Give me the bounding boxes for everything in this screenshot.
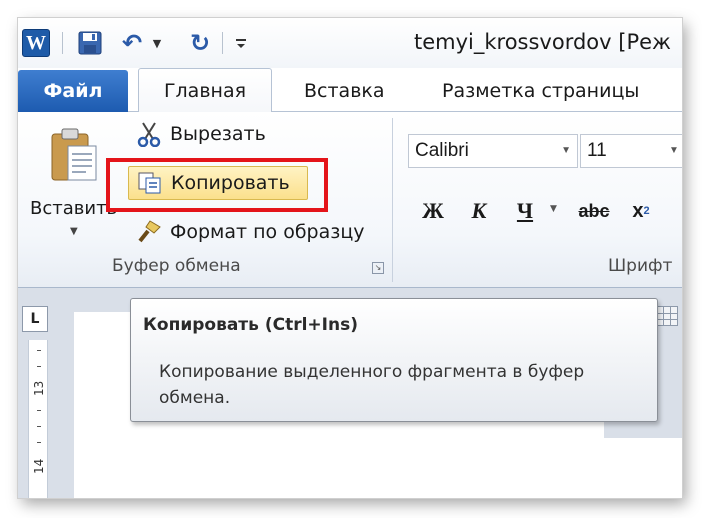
underline-dropdown-icon[interactable]: ▼ [550, 204, 557, 214]
title-bar: W ↶ ▼ ↻ temyi_krossvordov [Реж [18, 18, 682, 68]
ruler-tick [37, 442, 41, 443]
tab-selector[interactable]: L [22, 306, 48, 332]
ruler-tick [37, 426, 41, 427]
ruler-tick [37, 410, 41, 411]
ruler-number: 14 [32, 458, 46, 474]
tab-insert[interactable]: Вставка [304, 70, 385, 112]
undo-dropdown-icon[interactable]: ▼ [150, 28, 164, 58]
strikethrough-button[interactable]: abc [574, 194, 614, 228]
subscript-button[interactable]: x2 [624, 194, 658, 228]
highlight-frame [106, 158, 328, 212]
toolbar-separator [222, 32, 223, 54]
subscript-sub: 2 [643, 205, 650, 217]
toolbar-separator [62, 32, 63, 54]
font-name-value: Calibri [415, 140, 469, 161]
cut-button[interactable]: Вырезать [136, 118, 266, 150]
chevron-down-icon[interactable]: ▼ [669, 145, 679, 156]
ribbon-tabs: Файл Главная Вставка Разметка страницы [18, 68, 682, 113]
font-group-label: Шрифт [608, 256, 673, 276]
ruler-number: 13 [32, 380, 46, 396]
save-icon[interactable] [76, 28, 104, 58]
font-size-value: 11 [587, 140, 607, 161]
paste-button-label[interactable]: Вставить [30, 198, 117, 219]
bold-button[interactable]: Ж [418, 194, 448, 228]
scissors-icon [136, 121, 162, 147]
word-window: W ↶ ▼ ↻ temyi_krossvordov [Реж Файл Глав… [18, 18, 682, 498]
font-size-select[interactable]: 11 ▼ [580, 134, 682, 168]
font-name-select[interactable]: Calibri ▼ [408, 134, 578, 168]
ruler-tick [37, 350, 41, 351]
subscript-base: x [632, 199, 644, 222]
group-separator [392, 118, 393, 282]
ribbon-home: Вставить ▼ Вырезать Копировать Формат по… [18, 112, 682, 288]
paste-dropdown-icon[interactable]: ▼ [70, 226, 78, 237]
italic-button[interactable]: К [464, 194, 494, 228]
clipboard-group-label: Буфер обмена [112, 256, 241, 276]
cut-label: Вырезать [170, 123, 266, 145]
vertical-ruler[interactable]: 13 14 [28, 340, 48, 498]
tooltip-description: Копирование выделенного фрагмента в буфе… [159, 362, 585, 408]
underline-button[interactable]: Ч [510, 194, 540, 228]
word-app-icon[interactable]: W [22, 29, 50, 57]
undo-icon[interactable]: ↶ [118, 28, 146, 58]
ruler-tick [37, 366, 41, 367]
document-title: temyi_krossvordov [Реж [414, 30, 671, 54]
dialog-launcher-icon[interactable]: ↘ [372, 262, 384, 274]
copy-tooltip: Копировать (Ctrl+Ins) Копирование выделе… [130, 298, 658, 422]
format-painter-button[interactable]: Формат по образцу [136, 216, 365, 248]
table-icon[interactable] [656, 306, 678, 326]
format-painter-icon [136, 219, 162, 245]
redo-icon[interactable]: ↻ [186, 28, 214, 58]
format-painter-label: Формат по образцу [170, 221, 365, 243]
tab-file[interactable]: Файл [18, 70, 128, 112]
tab-page-layout[interactable]: Разметка страницы [442, 70, 639, 112]
tab-home[interactable]: Главная [138, 68, 272, 113]
document-page[interactable] [596, 438, 682, 498]
paste-icon[interactable] [50, 126, 100, 184]
customize-toolbar-icon[interactable] [232, 28, 250, 58]
chevron-down-icon[interactable]: ▼ [561, 145, 571, 156]
tooltip-title: Копировать (Ctrl+Ins) [143, 315, 358, 335]
